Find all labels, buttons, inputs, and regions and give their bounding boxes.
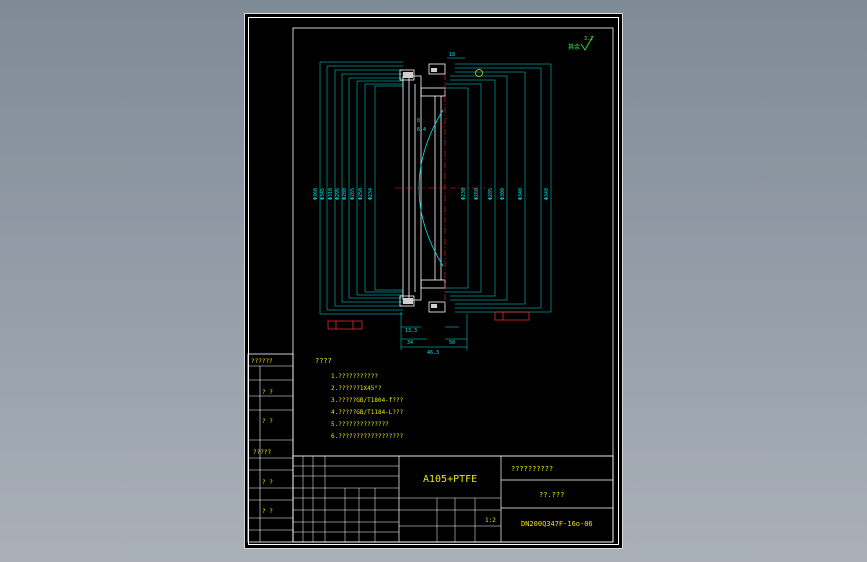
svg-text:Φ260: Φ260 (474, 188, 480, 200)
svg-text:Φ345: Φ345 (320, 188, 326, 200)
svg-text:Φ340: Φ340 (518, 188, 524, 200)
svg-text:5.??????????????: 5.?????????????? (331, 421, 389, 428)
roughness-symbol: 其余 3.2 (568, 35, 594, 51)
svg-text:4.?????GB/T1184-L???: 4.?????GB/T1184-L??? (331, 409, 404, 416)
inner-frame (292, 27, 614, 543)
svg-text:??????: ?????? (251, 358, 273, 365)
svg-text:? ?: ? ? (262, 418, 273, 425)
svg-text:Φ348: Φ348 (544, 188, 550, 200)
svg-text:6.??????????????????: 6.?????????????????? (331, 433, 404, 440)
svg-text:46.3: 46.3 (427, 350, 439, 356)
svg-text:Φ285: Φ285 (488, 188, 494, 200)
bottom-dimension-labels: 46.3 34 50 13.3 (405, 328, 455, 356)
svg-text:18: 18 (449, 52, 455, 58)
svg-text:Φ310: Φ310 (328, 188, 334, 200)
svg-text:Φ265: Φ265 (350, 188, 356, 200)
svg-text:?????: ????? (253, 449, 271, 456)
company-label: ?????????? (511, 465, 553, 473)
svg-text:? ?: ? ? (262, 508, 273, 515)
svg-text:50: 50 (449, 340, 455, 346)
svg-text:Φ300: Φ300 (500, 188, 506, 200)
svg-text:Φ295: Φ295 (335, 188, 341, 200)
scale-label: 1:2 (485, 517, 496, 524)
svg-text:34: 34 (407, 340, 413, 346)
roughness-note: 其余 (568, 43, 580, 51)
drawing-number-label: DN200Q347F-16o-06 (521, 520, 593, 528)
title-block: A105+PTFE ?????????? ??.??? DN200Q347F-1… (292, 455, 614, 543)
svg-text:2.??????1X45°?: 2.??????1X45°? (331, 385, 382, 392)
svg-text:Φ230: Φ230 (461, 188, 467, 200)
center-lines (395, 74, 485, 304)
cad-drawing: 其余 3.2 Φ360 Φ345 Φ310 Φ295 Φ280 Φ265 Φ25… (247, 27, 614, 543)
svg-text:8: 8 (417, 118, 420, 124)
tolerance-frames (327, 311, 530, 330)
svg-text:Φ250: Φ250 (358, 188, 364, 200)
svg-text:Φ280: Φ280 (342, 188, 348, 200)
tech-title: ???? (315, 357, 332, 365)
right-dimension-labels: Φ230 Φ260 Φ285 Φ300 Φ340 Φ348 (461, 188, 550, 200)
side-table: ?????? ? ? ? ? ????? ? ? ? ? (247, 353, 294, 543)
tech-notes: 1.??????????? 2.??????1X45°? 3.?????GB/T… (331, 373, 404, 440)
svg-text:3.?????GB/T1804-f???: 3.?????GB/T1804-f??? (331, 397, 404, 404)
material-label: A105+PTFE (423, 474, 477, 485)
svg-text:? ?: ? ? (262, 479, 273, 486)
drawing-sheet: 其余 3.2 Φ360 Φ345 Φ310 Φ295 Φ280 Φ265 Φ25… (244, 13, 623, 549)
svg-text:1.???????????: 1.??????????? (331, 373, 378, 380)
svg-text:? ?: ? ? (262, 389, 273, 396)
svg-text:Φ234: Φ234 (368, 188, 374, 200)
part-name-label: ??.??? (539, 491, 564, 499)
svg-text:Φ360: Φ360 (313, 188, 319, 200)
svg-text:13.3: 13.3 (405, 328, 417, 334)
svg-text:6.4: 6.4 (417, 127, 426, 133)
